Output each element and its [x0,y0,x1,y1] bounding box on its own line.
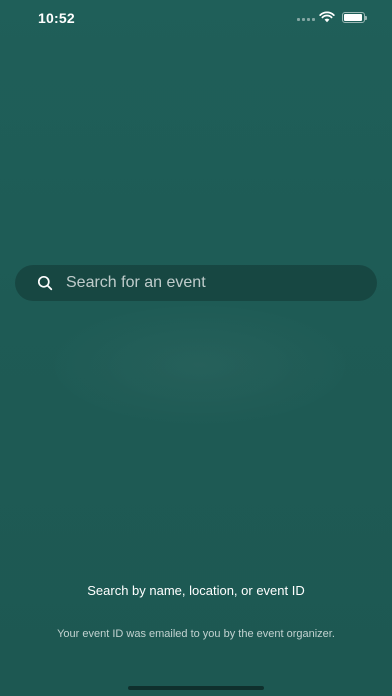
search-icon [37,275,53,291]
search-bar[interactable] [15,265,377,301]
search-hint-title: Search by name, location, or event ID [87,583,305,598]
battery-icon [342,12,367,23]
search-hint-subtitle: Your event ID was emailed to you by the … [57,628,335,640]
battery-level [344,14,362,21]
app-screen: 10:52 Search by name, location, or event… [0,0,392,696]
status-bar: 10:52 [0,0,392,38]
cellular-signal-icon [297,17,315,21]
wifi-icon [319,11,335,23]
search-input[interactable] [66,265,366,301]
background-glow [40,300,360,430]
status-time: 10:52 [38,10,75,26]
home-indicator[interactable] [128,686,264,690]
